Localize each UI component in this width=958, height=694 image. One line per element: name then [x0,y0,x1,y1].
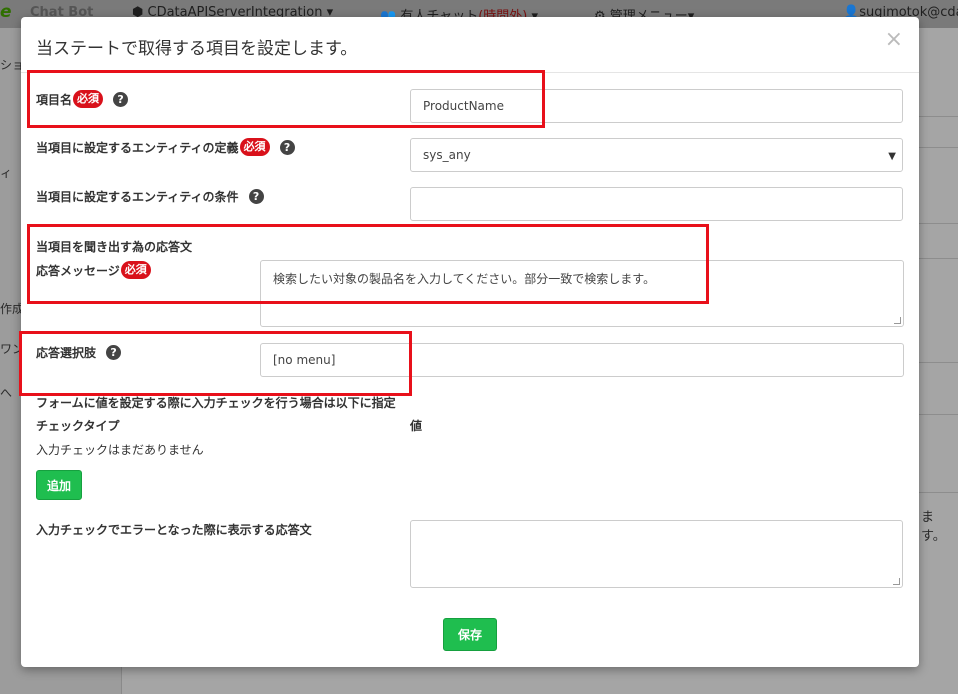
save-button[interactable]: 保存 [443,618,497,651]
response-choices-input[interactable]: [no menu] [260,343,904,377]
add-check-button[interactable]: 追加 [36,470,82,500]
divider [918,258,958,259]
entity-definition-select[interactable]: sys_any ▼ [410,138,903,172]
divider [918,414,958,415]
divider [918,223,958,224]
help-icon[interactable]: ? [113,91,129,107]
item-name-input[interactable]: ProductName [410,89,903,123]
error-response-textarea[interactable] [410,520,903,588]
check-type-header: チェックタイプ [36,419,120,433]
help-icon[interactable]: ? [279,139,295,155]
item-settings-modal: 当ステートで取得する項目を設定します。 × 項目名 必須 ? ProductNa… [21,17,919,667]
app-logo: e [0,2,12,22]
entity-definition-label: 当項目に設定するエンティティの定義 必須 ? [36,138,295,156]
response-choices-label: 応答選択肢 ? [36,344,122,361]
divider [918,147,958,148]
required-badge: 必須 [239,138,270,156]
modal-header: 当ステートで取得する項目を設定します。 × [21,17,919,73]
response-message-label: 応答メッセージ 必須 [36,261,151,279]
input-check-note: フォームに値を設定する際に入力チェックを行う場合は以下に指定 [36,396,396,410]
resize-handle[interactable] [893,578,900,585]
required-badge: 必須 [73,90,104,108]
required-badge: 必須 [120,261,151,279]
entity-condition-label: 当項目に設定するエンティティの条件 ? [36,188,264,205]
response-message-textarea[interactable]: 検索したい対象の製品名を入力してください。部分一致で検索します。 [260,260,904,327]
error-response-label: 入力チェックでエラーとなった際に表示する応答文 [36,523,312,537]
sidebar-fragment: へ [0,386,13,400]
empty-checks-message: 入力チェックはまだありません [36,443,204,457]
value-header: 値 [410,419,423,433]
divider [918,116,958,117]
close-icon[interactable]: × [885,29,903,51]
entity-condition-input[interactable] [410,187,903,221]
divider [918,492,958,493]
modal-title: 当ステートで取得する項目を設定します。 [36,39,358,59]
background-text: ます。 [921,510,946,544]
response-section-heading: 当項目を聞き出す為の応答文 [36,240,193,254]
help-icon[interactable]: ? [106,345,122,360]
chevron-down-icon: ▼ [888,151,896,162]
item-name-label: 項目名 必須 ? [36,90,129,108]
divider [918,362,958,363]
resize-handle[interactable] [894,317,901,324]
help-icon[interactable]: ? [248,189,264,204]
sidebar-fragment: ィ [0,166,13,180]
